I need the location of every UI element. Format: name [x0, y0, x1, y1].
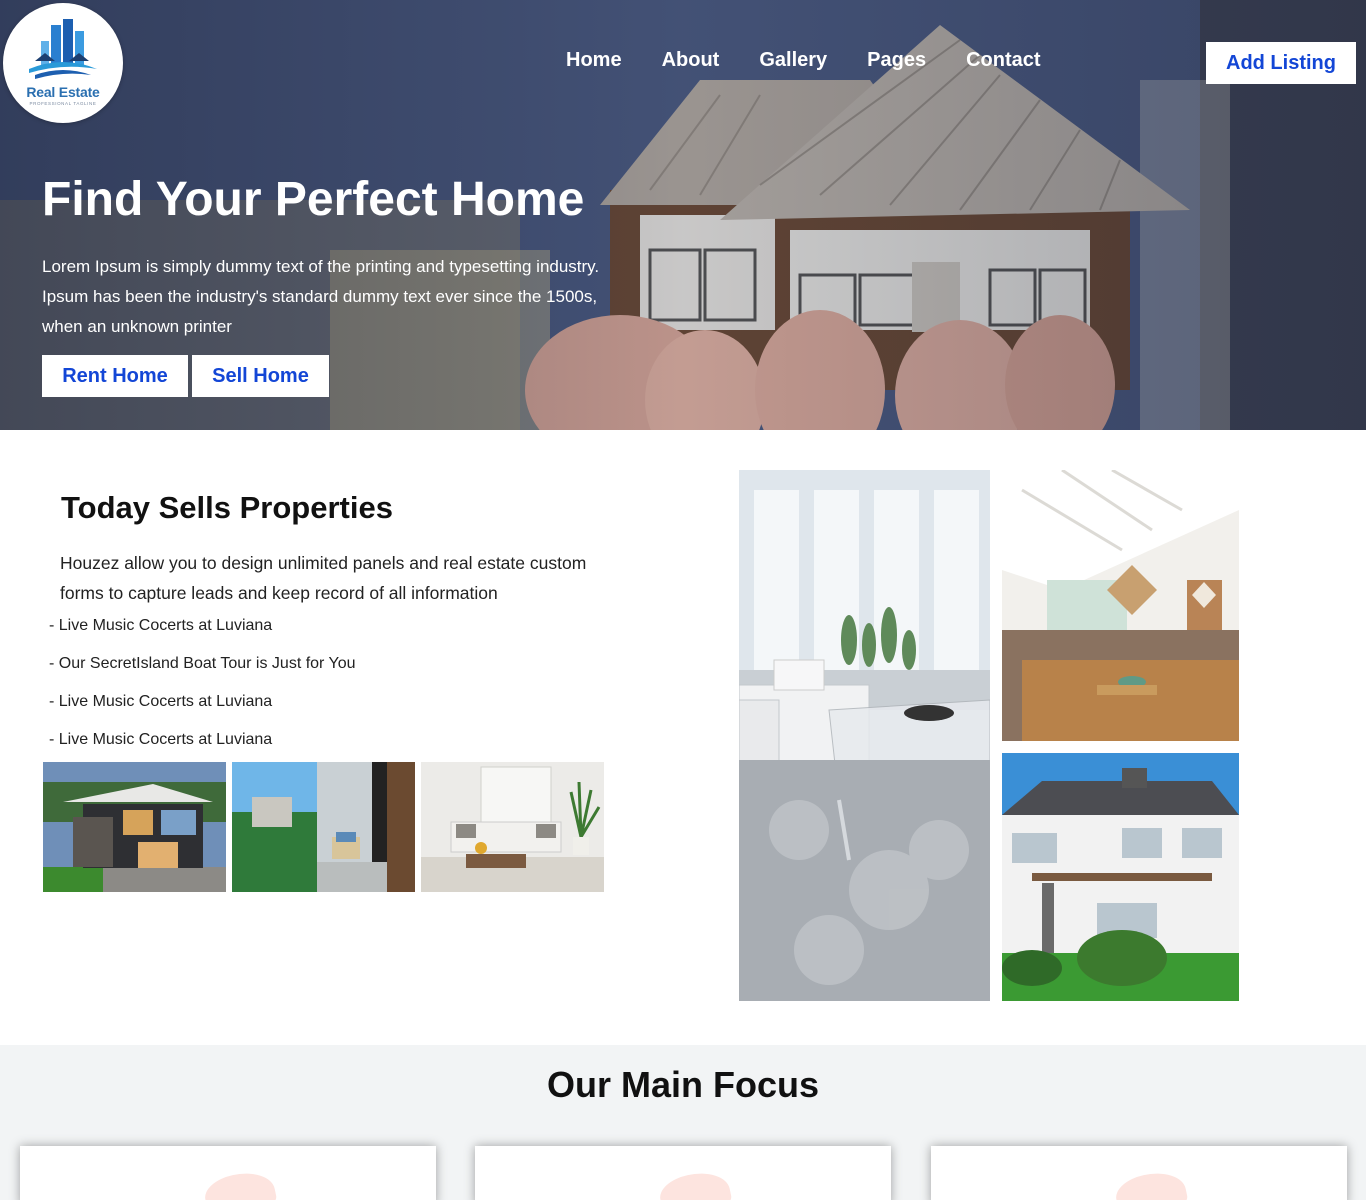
brush-icon: [656, 1167, 734, 1200]
sell-home-button[interactable]: Sell Home: [192, 355, 329, 397]
balcony-thumbnail[interactable]: [232, 762, 415, 892]
list-item: - Live Music Cocerts at Luviana: [49, 617, 273, 634]
nav-contact[interactable]: Contact: [966, 49, 1040, 72]
brush-icon: [201, 1167, 279, 1200]
logo-name: Real Estate: [26, 84, 100, 100]
nav-gallery[interactable]: Gallery: [759, 49, 827, 72]
site-logo[interactable]: Real Estate PROFESSIONAL TAGLINE: [3, 3, 123, 123]
nav-home[interactable]: Home: [566, 49, 622, 72]
rent-home-button[interactable]: Rent Home: [42, 355, 188, 397]
add-listing-button[interactable]: Add Listing: [1206, 42, 1356, 84]
list-item: - Live Music Cocerts at Luviana: [49, 693, 273, 710]
main-focus-title: Our Main Focus: [546, 1064, 820, 1105]
sells-title: Today Sells Properties: [61, 490, 393, 525]
list-item: - Our SecretIsland Boat Tour is Just for…: [49, 655, 356, 672]
focus-card[interactable]: [20, 1146, 436, 1200]
sells-list: - Live Music Cocerts at Luviana - Our Se…: [49, 616, 356, 768]
focus-card[interactable]: [931, 1146, 1347, 1200]
nav-pages[interactable]: Pages: [867, 49, 926, 72]
white-house-image[interactable]: [1002, 753, 1239, 1001]
living-room-thumbnail[interactable]: [421, 762, 604, 892]
bright-living-room-image[interactable]: [739, 470, 990, 1001]
buildings-logo-icon: [29, 19, 97, 79]
attic-bedroom-image[interactable]: [1002, 470, 1239, 741]
sells-description: Houzez allow you to design unlimited pan…: [60, 553, 587, 603]
logo-tagline: PROFESSIONAL TAGLINE: [29, 101, 97, 106]
brush-icon: [1112, 1167, 1190, 1200]
hero-description: Lorem Ipsum is simply dummy text of the …: [42, 257, 600, 336]
nav-about[interactable]: About: [662, 49, 720, 72]
hero-title: Find Your Perfect Home: [42, 173, 585, 226]
focus-card[interactable]: [475, 1146, 891, 1200]
modern-house-thumbnail[interactable]: [43, 762, 226, 892]
main-nav: Home About Gallery Pages Contact: [566, 49, 1041, 72]
